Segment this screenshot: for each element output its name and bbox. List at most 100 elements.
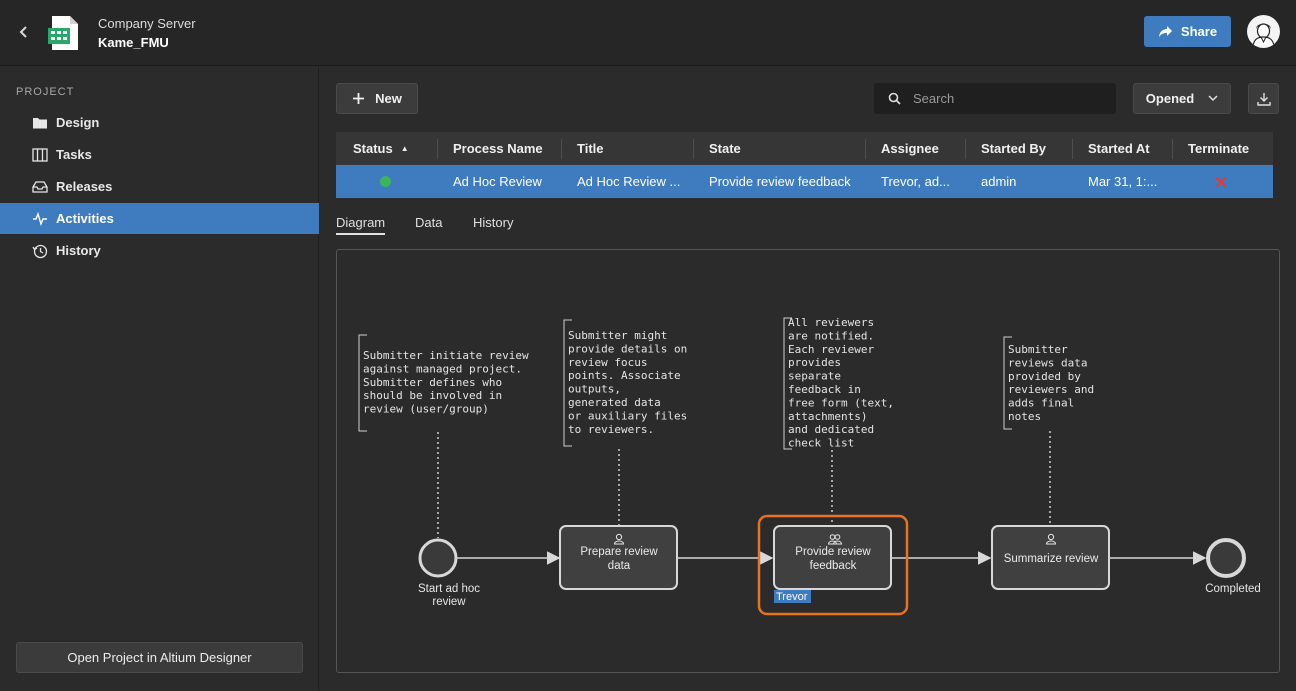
plus-icon [353, 93, 365, 104]
text-line: provides [788, 356, 841, 369]
end-event[interactable] [1206, 538, 1246, 578]
process-diagram: Submitter initiate review against managed… [336, 249, 1280, 673]
cell-title: Ad Hoc Review ... [577, 174, 681, 189]
folder-icon [33, 117, 47, 128]
cell-started-at: Mar 31, 1:... [1088, 174, 1158, 189]
text-line: notes [1008, 410, 1041, 423]
search-input[interactable] [913, 91, 1093, 106]
text-line: outputs, [568, 383, 621, 396]
sidebar-item-activities[interactable]: Activities [0, 203, 319, 234]
text-line: Each reviewer [788, 343, 874, 356]
table-row[interactable]: Ad Hoc Review Ad Hoc Review ... Provide … [336, 165, 1273, 198]
cell-assignee: Trevor, ad... [881, 174, 950, 189]
text-line: feedback in [788, 383, 861, 396]
sidebar-item-label: History [56, 243, 101, 258]
download-icon [1256, 92, 1271, 106]
text-line: or auxiliary files [568, 409, 687, 422]
cell-process-name: Ad Hoc Review [453, 174, 542, 189]
history-icon [32, 244, 48, 258]
column-header-started-by[interactable]: Started By [981, 132, 1046, 165]
avatar[interactable] [1247, 15, 1280, 48]
annotation-note: Submitter initiate review against managed… [363, 349, 529, 416]
text-line: Start ad hoc [418, 583, 480, 595]
new-button[interactable]: New [336, 83, 418, 114]
column-header-state[interactable]: State [709, 132, 741, 165]
releases-icon [32, 180, 48, 193]
sidebar-heading: PROJECT [16, 86, 75, 98]
filter-dropdown[interactable]: Opened [1133, 83, 1231, 114]
text-line: Submitter [1008, 343, 1068, 356]
terminate-button[interactable] [1215, 165, 1227, 198]
share-label: Share [1180, 24, 1218, 39]
column-header-status[interactable]: Status ▲ [353, 132, 409, 165]
text-line: review (user/group) [363, 403, 489, 416]
status-dot-icon [380, 176, 391, 187]
project-file-icon [46, 14, 82, 52]
tasks-icon [32, 147, 48, 162]
new-label: New [375, 91, 402, 106]
open-in-altium-button[interactable]: Open Project in Altium Designer [16, 642, 303, 673]
text-line: points. Associate [568, 369, 681, 382]
column-header-process-name[interactable]: Process Name [453, 132, 543, 165]
text-line: are notified. [788, 329, 874, 342]
text-line: review [432, 596, 466, 608]
annotation-note: Submitter reviews data provided by reviewer… [1008, 343, 1094, 423]
sort-asc-icon: ▲ [400, 144, 409, 153]
close-icon [1215, 176, 1227, 187]
chevron-down-icon [1208, 95, 1218, 102]
processes-table: Status ▲ Process Name Title State Assign… [336, 132, 1273, 199]
text-line: free form (text, [788, 396, 894, 409]
column-header-started-at[interactable]: Started At [1088, 132, 1150, 165]
share-arrow-icon [1158, 26, 1172, 37]
search-icon [888, 92, 901, 105]
sidebar-item-history[interactable]: History [0, 235, 319, 266]
activity-icon [33, 211, 47, 226]
text-line: data [608, 560, 631, 572]
start-event[interactable] [418, 538, 458, 578]
app-window: Company Server Kame_FMU Share PROJECT De… [0, 0, 1296, 691]
server-name: Company Server [98, 16, 196, 31]
text-line: check list [788, 437, 854, 450]
column-header-assignee[interactable]: Assignee [881, 132, 939, 165]
text-line: and dedicated [788, 423, 874, 436]
back-icon[interactable] [14, 22, 34, 42]
sidebar-item-label: Design [56, 115, 100, 130]
text-line: review focus [568, 356, 647, 369]
text-line: feedback [810, 560, 857, 572]
text-line: attachments) [788, 410, 867, 423]
tab-history[interactable]: History [473, 215, 513, 235]
text-line: to reviewers. [568, 423, 654, 436]
sidebar-item-design[interactable]: Design [0, 107, 319, 138]
diagram-canvas: Submitter initiate review against managed… [358, 316, 1261, 616]
text-line: reviews data [1008, 356, 1087, 369]
text-line: should be involved in [363, 389, 502, 402]
tab-data[interactable]: Data [415, 215, 442, 235]
sidebar-item-releases[interactable]: Releases [0, 171, 319, 202]
text-line: separate [788, 370, 841, 383]
search-box[interactable] [874, 83, 1116, 114]
table-header: Status ▲ Process Name Title State Assign… [336, 132, 1273, 165]
tab-diagram[interactable]: Diagram [336, 215, 386, 235]
sidebar-item-label: Activities [56, 211, 114, 226]
sidebar-item-label: Releases [56, 179, 113, 194]
sidebar: PROJECT Design Tasks Releases Activities… [0, 67, 319, 691]
sidebar-item-tasks[interactable]: Tasks [0, 139, 319, 170]
column-header-title[interactable]: Title [577, 132, 604, 165]
text-line: provide details on [568, 342, 687, 355]
column-header-terminate[interactable]: Terminate [1188, 132, 1249, 165]
filter-value: Opened [1145, 91, 1195, 106]
annotation-note: Submitter might provide details on review … [568, 329, 687, 436]
cell-state: Provide review feedback [709, 174, 851, 189]
text-line: Submitter defines who [363, 376, 502, 389]
task-label: Summarize review [1004, 553, 1099, 565]
text-line: All reviewers [788, 316, 874, 329]
text-line: against managed project. [363, 362, 522, 375]
top-bar: Company Server Kame_FMU Share [0, 0, 1296, 66]
assignee-tag: Trevor [776, 591, 808, 603]
text-line: Provide review [795, 546, 871, 558]
sidebar-item-label: Tasks [56, 147, 92, 162]
share-button[interactable]: Share [1144, 16, 1231, 47]
download-button[interactable] [1248, 83, 1279, 114]
text-line: Submitter might [568, 329, 667, 342]
text-line: reviewers and [1008, 383, 1094, 396]
